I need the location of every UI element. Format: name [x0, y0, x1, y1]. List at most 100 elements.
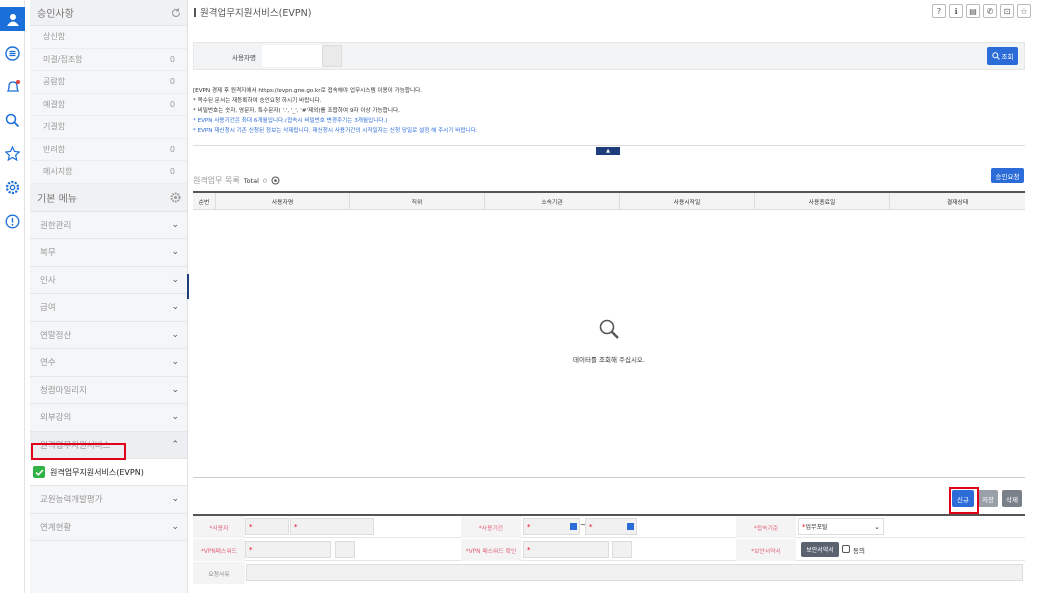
form-row: *VPN패스워드 * *VPN 패스워드 확인 * *보안서약서 보안서약서 동…: [193, 539, 1025, 561]
search-icon: [991, 52, 1000, 60]
chevron-down-icon: ⌄: [171, 274, 179, 285]
column-header[interactable]: 사용자명: [216, 193, 350, 209]
user-name-label: 사용자명: [232, 54, 256, 62]
empty-state: 데이터를 조회해 주십시오.: [193, 318, 1025, 366]
phone-icon[interactable]: ✆: [983, 4, 997, 18]
vpn-password-input[interactable]: *: [245, 541, 331, 558]
chevron-up-icon: ⌃: [171, 439, 179, 450]
menu-list-icon[interactable]: [0, 42, 25, 64]
agree-checkbox[interactable]: [842, 545, 850, 553]
settings-icon[interactable]: [271, 176, 280, 185]
item-label: 반려함: [43, 144, 66, 154]
sidebar-menu-salary[interactable]: 급여 ⌄: [30, 294, 187, 322]
approval-section-header: 승인사항: [30, 0, 187, 26]
period-label: *사용기간: [461, 516, 521, 538]
vpn-password-confirm-input[interactable]: *: [523, 541, 609, 558]
user-id-input[interactable]: *: [245, 518, 289, 535]
sidebar-item-shared[interactable]: 공람함 0: [30, 71, 187, 94]
gear-icon[interactable]: [170, 192, 181, 203]
search-button[interactable]: 조회: [987, 47, 1018, 65]
calendar-icon[interactable]: [627, 523, 634, 530]
menu-label: 연말정산: [40, 330, 72, 341]
column-header[interactable]: 직위: [350, 193, 485, 209]
sidebar-item-completed[interactable]: 기결함: [30, 116, 187, 139]
save-button[interactable]: 저장: [978, 490, 998, 507]
column-header[interactable]: 순번: [193, 193, 216, 209]
user-name-input[interactable]: [262, 45, 322, 67]
menu-label: 권한관리: [40, 220, 72, 231]
window-icon[interactable]: ⊡: [1000, 4, 1014, 18]
menu-label: 인사: [40, 275, 56, 286]
item-count: 0: [169, 167, 175, 177]
security-pledge-button[interactable]: 보안서약서: [801, 542, 839, 557]
user-icon[interactable]: [0, 7, 25, 31]
notice-line: * EVPN 재신청시 기존 신청된 정보는 삭제됩니다. 재신청시 사용기간의…: [193, 128, 478, 134]
purpose-select[interactable]: * 업무포털 ⌄: [798, 518, 884, 535]
item-count: 0: [169, 54, 175, 64]
user-name-input[interactable]: *: [290, 518, 374, 535]
delete-button[interactable]: 삭제: [1002, 490, 1022, 507]
search-icon[interactable]: [0, 109, 25, 131]
sidebar-item-pending[interactable]: 미결/접조함 0: [30, 49, 187, 71]
agree-label: 동의: [853, 547, 865, 555]
form-row: *사용자 * * *사용기간 * ~ * *접속기준 * 업무포털 ⌄: [193, 516, 1025, 538]
item-count: 0: [169, 99, 175, 109]
refresh-icon[interactable]: [171, 8, 181, 18]
sidebar: 승인사항 상신함 미결/접조함 0 공람함 0 예결함 0 기결함 반려함 0 메시지함…: [30, 0, 188, 593]
sidebar-subitem-evpn[interactable]: 원격업무지원서비스(EVPN): [30, 459, 187, 486]
notice-line: [EVPN 경제 후 원격지에서 https://evpn.gne.go.kr로…: [193, 88, 423, 94]
end-date-input[interactable]: *: [585, 518, 637, 535]
sidebar-menu-lecture[interactable]: 외부강의 ⌄: [30, 404, 187, 432]
sidebar-scrollbar[interactable]: [187, 274, 189, 299]
sidebar-menu-integrity[interactable]: 청렴마일리지 ⌄: [30, 377, 187, 404]
approval-header-label: 승인사항: [37, 9, 74, 20]
bell-icon[interactable]: [0, 76, 25, 98]
star-icon[interactable]: [0, 142, 25, 164]
page-title: 원격업무지원서비스(EVPN): [194, 5, 311, 19]
column-header[interactable]: 소속기관: [485, 193, 620, 209]
start-date-input[interactable]: *: [523, 518, 580, 535]
favorite-star-icon[interactable]: ☆: [1017, 4, 1031, 18]
help-icon[interactable]: ?: [932, 4, 946, 18]
collapse-toggle[interactable]: ▲: [596, 147, 620, 155]
basic-menu-header: 기본 메뉴: [30, 183, 187, 212]
user-name-input-addon[interactable]: [322, 45, 342, 67]
sidebar-menu-permissions[interactable]: 권한관리 ⌄: [30, 212, 187, 239]
divider: [193, 145, 1025, 146]
vpn-password-confirm-addon[interactable]: [612, 541, 632, 558]
settings-icon[interactable]: [0, 176, 25, 198]
approval-request-button[interactable]: 승인요청: [991, 168, 1024, 183]
sidebar-menu-training[interactable]: 연수 ⌄: [30, 349, 187, 377]
sidebar-item-sent[interactable]: 상신함: [30, 26, 187, 49]
sidebar-item-messages[interactable]: 메시지함 0: [30, 161, 187, 184]
sidebar-menu-tax[interactable]: 연말정산 ⌄: [30, 322, 187, 349]
magnifier-icon: [193, 318, 1025, 347]
total-count: 0: [262, 176, 268, 185]
user-label: *사용자: [193, 516, 245, 538]
document-icon[interactable]: ▤: [966, 4, 980, 18]
sidebar-menu-teacher-eval[interactable]: 교원능력개발평가 ⌄: [30, 486, 187, 514]
subitem-label: 원격업무지원서비스(EVPN): [50, 467, 144, 477]
vpn-password-addon[interactable]: [335, 541, 355, 558]
chevron-down-icon: ⌄: [171, 219, 179, 230]
sidebar-item-returned[interactable]: 반려함 0: [30, 139, 187, 161]
chevron-down-icon: ⌄: [171, 302, 179, 313]
sidebar-menu-duty[interactable]: 복무 ⌄: [30, 239, 187, 267]
column-header[interactable]: 사용종료일: [755, 193, 890, 209]
menu-label: 급여: [40, 303, 56, 314]
vpn-password-label: *VPN패스워드: [193, 539, 245, 561]
info-icon[interactable]: [0, 210, 25, 232]
info-icon[interactable]: ℹ: [949, 4, 963, 18]
sidebar-menu-hr[interactable]: 인사 ⌄: [30, 267, 187, 294]
column-header[interactable]: 사용시작일: [620, 193, 755, 209]
calendar-icon[interactable]: [570, 523, 577, 530]
menu-label: 외부강의: [40, 413, 72, 424]
sidebar-item-scheduled[interactable]: 예결함 0: [30, 94, 187, 116]
page-title-text: 원격업무지원서비스(EVPN): [200, 8, 312, 19]
sidebar-menu-link-status[interactable]: 연계현황 ⌄: [30, 514, 187, 541]
reason-input[interactable]: [246, 564, 1023, 581]
chevron-down-icon: ⌄: [171, 247, 179, 258]
column-header[interactable]: 결재상태: [890, 193, 1025, 209]
item-label: 공람함: [43, 77, 66, 87]
chevron-down-icon: ⌄: [874, 522, 880, 531]
